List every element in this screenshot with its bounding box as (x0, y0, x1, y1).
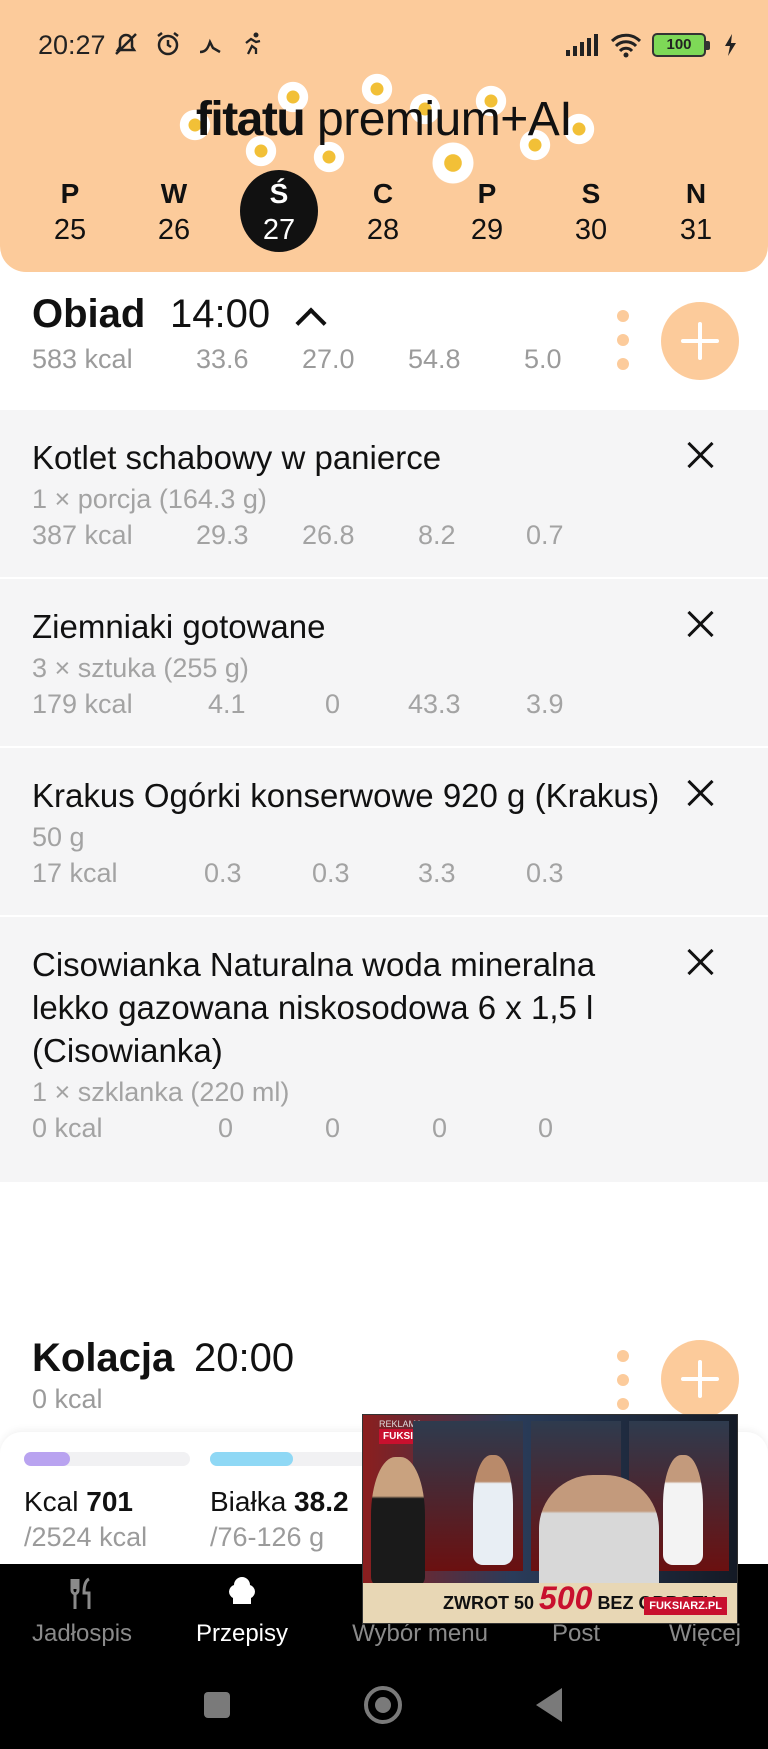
food-name: Ziemniaki gotowane (32, 608, 326, 645)
food-item[interactable]: Ziemniaki gotowane 3 × sztuka (255 g) 17… (0, 579, 768, 748)
back-button[interactable] (536, 1688, 562, 1722)
meal-protein: 33.6 (196, 344, 249, 374)
meal-time: 20:00 (194, 1336, 295, 1380)
add-food-button[interactable] (661, 302, 739, 380)
ad-brand-logo: FUKSIARZ.PL (644, 1597, 727, 1615)
day-item[interactable]: P 29 (448, 170, 526, 252)
protein-goal: /76-126 g (210, 1522, 325, 1552)
nav-item-jadlospis[interactable]: Jadłospis (20, 1564, 144, 1664)
food-macros: 17 kcal 0.3 0.3 3.3 0.3 (32, 858, 564, 888)
add-food-button[interactable] (661, 1340, 739, 1418)
remove-item-icon[interactable] (686, 947, 716, 977)
day-item[interactable]: N 31 (657, 170, 735, 252)
system-navigation-bar (0, 1664, 768, 1749)
battery-indicator: 100 (652, 33, 710, 57)
running-icon (245, 32, 261, 55)
food-macros: 387 kcal 29.3 26.8 8.2 0.7 (32, 520, 564, 550)
meal-title: Kolacja (32, 1336, 175, 1380)
protein-progress-fill (210, 1452, 293, 1466)
food-name: Krakus Ogórki konserwowe 920 g (Krakus) (32, 777, 660, 814)
status-icons-left (112, 30, 266, 58)
food-portion: 3 × sztuka (255 g) (32, 653, 249, 683)
meal-macros: 0 kcal (32, 1384, 332, 1420)
day-item-selected[interactable]: Ś 27 (240, 170, 318, 252)
food-item[interactable]: Kotlet schabowy w panierce 1 × porcja (1… (0, 410, 768, 579)
ad-promo-banner: ZWROT 50 500 BEZ OBROTU FUKSIARZ.PL (363, 1580, 737, 1623)
food-macros: 179 kcal 4.1 0 43.3 3.9 (32, 689, 564, 719)
food-portion: 50 g (32, 822, 85, 852)
wifi-icon (610, 33, 642, 58)
kcal-progress-fill (24, 1452, 71, 1466)
advertisement-overlay[interactable]: REKLAMA FUKSIARZ.PL ZWROT 50 500 BEZ OBR… (362, 1414, 738, 1624)
meal-kcal: 583 kcal (32, 344, 133, 374)
ad-person-image (539, 1475, 659, 1595)
chef-hat-icon (229, 1577, 255, 1604)
food-item[interactable]: Cisowianka Naturalna woda mineralna lekk… (0, 917, 768, 1184)
mute-icon (115, 33, 137, 55)
remove-item-icon[interactable] (686, 609, 716, 639)
protein-value: Białka 38.2 (210, 1486, 349, 1517)
meal-title: Obiad (32, 292, 146, 336)
alarm-icon (157, 32, 179, 56)
chevron-up-icon[interactable] (295, 307, 327, 339)
kcal-value: Kcal 701 (24, 1486, 133, 1517)
meal-fat: 27.0 (302, 344, 355, 374)
meal-header-lunch[interactable]: Obiad 14:00 583 kcal 33.6 27.0 54.8 5.0 (0, 272, 768, 410)
kcal-progress-track (24, 1452, 190, 1466)
kcal-goal: /2524 kcal (24, 1522, 148, 1552)
remove-item-icon[interactable] (686, 778, 716, 808)
ad-person-image (371, 1457, 425, 1587)
meal-carbs: 54.8 (408, 344, 461, 374)
fork-knife-icon (70, 1577, 91, 1609)
home-button[interactable] (364, 1686, 402, 1724)
food-name: Cisowianka Naturalna woda mineralna lekk… (32, 946, 596, 1069)
food-list: Kotlet schabowy w panierce 1 × porcja (1… (0, 410, 768, 1184)
more-options-icon[interactable] (617, 310, 631, 372)
day-item[interactable]: S 30 (552, 170, 630, 252)
day-item[interactable]: P 25 (31, 170, 109, 252)
activity-icon (199, 38, 221, 54)
more-options-icon[interactable] (617, 1350, 631, 1412)
food-macros: 0 kcal 0 0 0 0 (32, 1113, 554, 1143)
status-icons-right: 100 (564, 32, 738, 58)
meal-time: 14:00 (170, 292, 271, 336)
meal-kcal: 0 kcal (32, 1384, 103, 1414)
logo-main: fitatu (195, 93, 306, 146)
logo-suffix: premium+AI (304, 93, 573, 146)
meal-fiber: 5.0 (524, 344, 562, 374)
status-time: 20:27 (38, 30, 106, 60)
food-portion: 1 × szklanka (220 ml) (32, 1077, 290, 1107)
meal-header-dinner[interactable]: Kolacja 20:00 0 kcal (0, 1292, 768, 1432)
app-logo: fitatu premium+AI (0, 92, 768, 147)
day-item[interactable]: W 26 (135, 170, 213, 252)
meal-macros: 583 kcal 33.6 27.0 54.8 5.0 (32, 344, 592, 380)
ad-person-image (663, 1455, 703, 1565)
ad-person-image (473, 1455, 513, 1565)
protein-progress-track (210, 1452, 376, 1466)
recent-apps-button[interactable] (204, 1692, 230, 1718)
food-name: Kotlet schabowy w panierce (32, 439, 442, 476)
food-portion: 1 × porcja (164.3 g) (32, 484, 267, 514)
app-header: 20:27 100 fitatu premium+AI P 25 W 26 Ś 27 … (0, 0, 768, 272)
signal-icon (566, 34, 598, 56)
remove-item-icon[interactable] (686, 440, 716, 470)
week-selector: P 25 W 26 Ś 27 C 28 P 29 S 30 N 31 (0, 170, 768, 254)
day-item[interactable]: C 28 (344, 170, 422, 252)
nav-item-przepisy[interactable]: Przepisy (180, 1564, 304, 1664)
food-item[interactable]: Krakus Ogórki konserwowe 920 g (Krakus) … (0, 748, 768, 917)
charging-icon (725, 34, 736, 56)
